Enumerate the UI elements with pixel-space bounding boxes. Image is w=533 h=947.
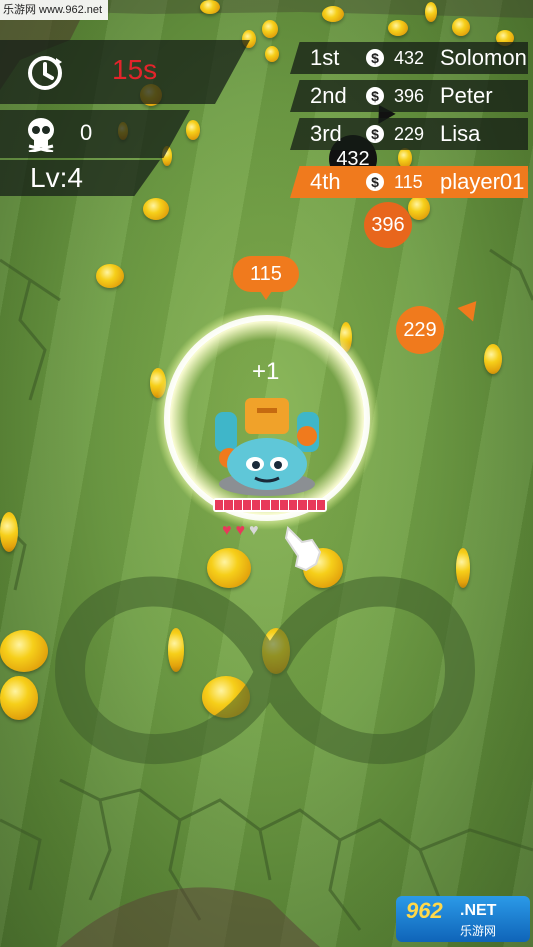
watermark-cn: 乐游网 (460, 924, 497, 938)
score-value: 229 (394, 124, 425, 144)
enemy-score-bubble[interactable]: 396 (364, 202, 412, 248)
score-value: 432 (394, 48, 425, 68)
heart-full-icon: ♥ (235, 522, 246, 539)
leaderboard-row-self: 4th $ 115 player01 (290, 166, 528, 198)
leaderboard-row: 1st $ 432 Solomon (290, 42, 528, 74)
kills-value: 0 (80, 120, 93, 145)
player-name: Peter (440, 83, 493, 108)
rank-label: 1st (310, 45, 340, 70)
watermark-net: .NET (460, 902, 497, 919)
player-robot (215, 398, 319, 496)
level-value: Lv:4 (30, 162, 83, 193)
clock-icon (28, 56, 62, 90)
lives: ♥ ♥ ♥ (222, 522, 259, 540)
leaderboard-row: 2nd $ 396 Peter (290, 80, 528, 112)
rank-label: 4th (310, 169, 341, 194)
coin-icon: $ (366, 125, 384, 143)
player-name: player01 (440, 169, 525, 194)
watermark-logo: 962 .NET 乐游网 (396, 896, 530, 942)
pointer-hand-icon (284, 525, 322, 572)
rank-label: 2nd (310, 83, 347, 108)
timer-panel: 15s (0, 40, 250, 104)
heart-full-icon: ♥ (222, 522, 232, 539)
rank-label: 3rd (310, 121, 342, 146)
level-panel: Lv:4 (0, 160, 160, 196)
enemy-score-bubble[interactable]: 229 (396, 306, 444, 354)
health-bar (213, 498, 327, 512)
player-name: Solomon (440, 45, 527, 70)
coin-icon: $ (366, 87, 384, 105)
watermark-top: 乐游网 www.962.net (0, 0, 108, 20)
player-name: Lisa (440, 121, 481, 146)
timer-value: 15s (112, 54, 158, 85)
score-value: 115 (394, 172, 423, 192)
heart-empty-icon: ♥ (249, 522, 259, 539)
coin-icon: $ (366, 173, 384, 191)
kills-panel: 0 (0, 110, 190, 158)
skull-icon (28, 118, 54, 152)
score-value: 396 (394, 86, 425, 106)
watermark-number: 962 (406, 898, 443, 923)
coin-icon: $ (366, 49, 384, 67)
leaderboard-row: 3rd $ 229 Lisa (290, 118, 528, 150)
pickup-indicator: +1 (252, 358, 280, 385)
player-score-tag: 115 (233, 256, 299, 300)
